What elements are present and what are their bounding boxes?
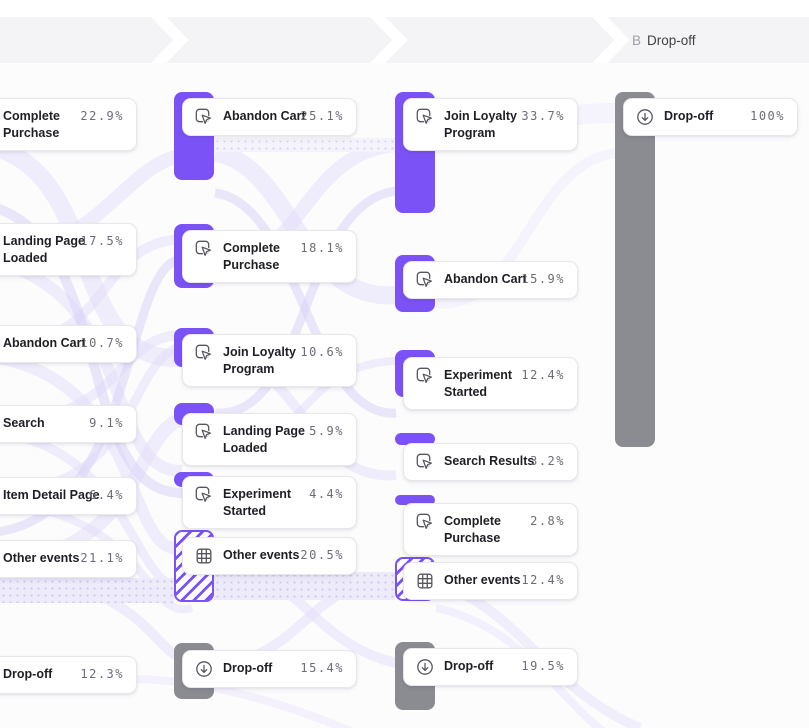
- node-card[interactable]: Drop-off 15.4%: [182, 650, 357, 688]
- click-event-icon: [416, 108, 434, 126]
- node-label: Item Detail Page: [3, 487, 100, 504]
- node-card[interactable]: Drop-off 19.5%: [403, 648, 578, 686]
- node-label: Experiment Started: [223, 486, 309, 519]
- node-percent: 19.5%: [521, 659, 565, 673]
- node-percent: 18.1%: [300, 241, 344, 255]
- node-card[interactable]: Experiment Started12.4%: [403, 357, 578, 410]
- node-card[interactable]: Other events12.4%: [403, 562, 578, 600]
- node-card[interactable]: Complete Purchase22.9%: [0, 98, 137, 151]
- node-percent: 21.1%: [80, 551, 124, 565]
- other-events-grid-icon: [416, 572, 434, 590]
- node-card[interactable]: Complete Purchase18.1%: [182, 230, 357, 283]
- node-percent: 10.7%: [80, 336, 124, 350]
- node-percent: 20.5%: [300, 548, 344, 562]
- node-card[interactable]: Complete Purchase2.8%: [403, 503, 578, 556]
- click-event-icon: [416, 513, 434, 531]
- node-card[interactable]: Other events20.5%: [182, 537, 357, 575]
- chevron-right-icon: [153, 17, 181, 63]
- click-event-icon: [416, 453, 434, 471]
- node-card[interactable]: Abandon Cart10.7%: [0, 325, 137, 363]
- node-percent: 33.7%: [521, 109, 565, 123]
- click-event-icon: [195, 344, 213, 362]
- click-event-icon: [416, 271, 434, 289]
- drop-off-icon: [416, 658, 434, 676]
- node-card[interactable]: Experiment Started4.4%: [182, 476, 357, 529]
- node-percent: 4.4%: [309, 487, 344, 501]
- node-card[interactable]: Drop-off 100%: [623, 98, 798, 136]
- node-label: Complete Purchase: [444, 513, 530, 546]
- node-label: Complete Purchase: [223, 240, 309, 273]
- node-label: Abandon Cart: [223, 108, 306, 125]
- node-percent: 5.9%: [309, 424, 344, 438]
- node-percent: 6.4%: [89, 488, 124, 502]
- node-card[interactable]: Other events21.1%: [0, 540, 137, 578]
- node-percent: 10.6%: [300, 345, 344, 359]
- node-card[interactable]: Abandon Cart25.1%: [182, 98, 357, 136]
- other-events-grid-icon: [195, 547, 213, 565]
- node-label: Other events: [444, 572, 520, 589]
- node-percent: 12.4%: [521, 368, 565, 382]
- node-percent: 3.2%: [530, 454, 565, 468]
- drop-off-icon: [636, 108, 654, 126]
- journey-canvas: Complete Purchase22.9%Landing Page Loade…: [0, 63, 809, 728]
- node-percent: 9.1%: [89, 416, 124, 430]
- node-label: Join Loyalty Program: [223, 344, 309, 377]
- journeys-view: B Drop-off: [0, 0, 809, 728]
- step-b-dropoff-tab[interactable]: B Drop-off: [632, 17, 696, 63]
- node-card[interactable]: Join Loyalty Program10.6%: [182, 334, 357, 387]
- node-percent: 17.5%: [80, 234, 124, 248]
- node-label: Other events: [3, 550, 79, 567]
- node-label: Abandon Cart: [444, 271, 527, 288]
- node-card[interactable]: Join Loyalty Program33.7%: [403, 98, 578, 151]
- node-percent: 12.4%: [521, 573, 565, 587]
- click-event-icon: [195, 108, 213, 126]
- node-card[interactable]: Search Results3.2%: [403, 443, 578, 481]
- node-card[interactable]: Landing Page Loaded17.5%: [0, 223, 137, 276]
- node-label: Landing Page Loaded: [3, 233, 89, 266]
- chevron-right-icon: [372, 17, 400, 63]
- node-label: Drop-off: [223, 660, 272, 677]
- step-name: Drop-off: [647, 33, 696, 48]
- chevron-right-icon: [594, 17, 622, 63]
- other-events-flow-band: [0, 578, 174, 603]
- node-percent: 15.9%: [521, 272, 565, 286]
- dotted-flow-band: [214, 138, 395, 152]
- node-percent: 100%: [750, 109, 785, 123]
- node-label: Search Results: [444, 453, 534, 470]
- node-card[interactable]: Abandon Cart15.9%: [403, 261, 578, 299]
- node-label: Complete Purchase: [3, 108, 89, 141]
- node-label: Landing Page Loaded: [223, 423, 309, 456]
- node-percent: 2.8%: [530, 514, 565, 528]
- node-label: Drop-off: [444, 658, 493, 675]
- node-percent: 25.1%: [300, 109, 344, 123]
- node-bar-dropoff[interactable]: [615, 92, 655, 447]
- other-events-flow-band: [214, 572, 395, 600]
- step-letter: B: [632, 33, 641, 48]
- node-percent: 15.4%: [300, 661, 344, 675]
- click-event-icon: [416, 367, 434, 385]
- node-label: Experiment Started: [444, 367, 530, 400]
- node-label: Drop-off: [3, 666, 52, 683]
- drop-off-icon: [195, 660, 213, 678]
- node-card[interactable]: Landing Page Loaded5.9%: [182, 413, 357, 466]
- click-event-icon: [195, 486, 213, 504]
- node-percent: 22.9%: [80, 109, 124, 123]
- node-card[interactable]: Drop-off 12.3%: [0, 656, 137, 694]
- top-white-strip: [0, 0, 809, 17]
- node-label: Drop-off: [664, 108, 713, 125]
- node-label: Search: [3, 415, 45, 432]
- click-event-icon: [195, 240, 213, 258]
- node-label: Join Loyalty Program: [444, 108, 530, 141]
- node-label: Abandon Cart: [3, 335, 86, 352]
- click-event-icon: [195, 423, 213, 441]
- node-card[interactable]: Item Detail Page6.4%: [0, 477, 137, 515]
- node-percent: 12.3%: [80, 667, 124, 681]
- node-label: Other events: [223, 547, 299, 564]
- node-card[interactable]: Search 9.1%: [0, 405, 137, 443]
